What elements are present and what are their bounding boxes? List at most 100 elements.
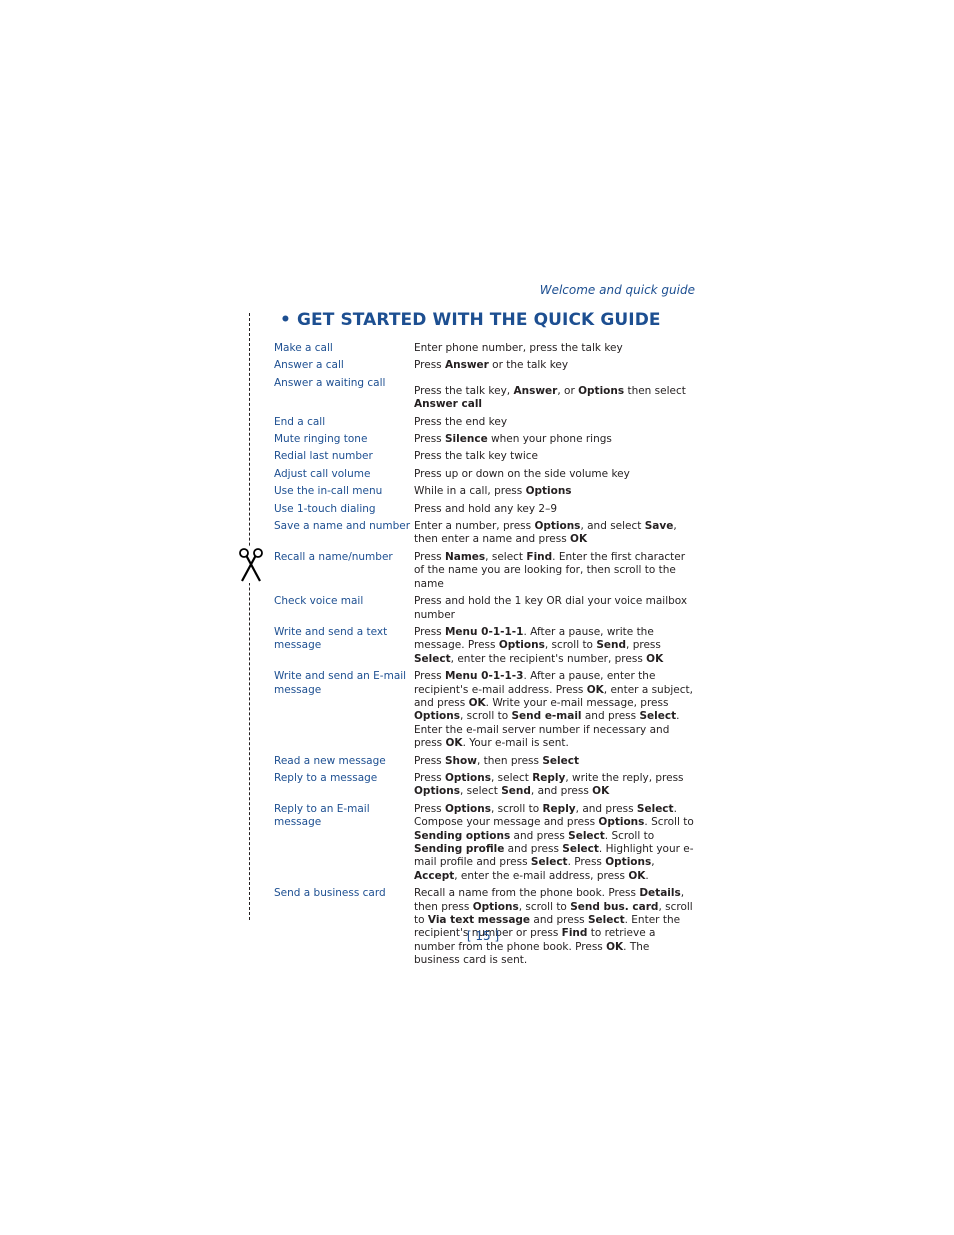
table-row: Write and send an E-mail message Press Me… [274, 670, 696, 750]
task-label: Adjust call volume [274, 467, 371, 480]
task-label: Use 1-touch dialing [274, 502, 376, 515]
table-row: Adjust call volume Press up or down on th… [274, 468, 696, 481]
table-row: Reply to a message Press Options, select … [274, 772, 696, 799]
task-label: Save a name and number [274, 520, 411, 533]
section-title-text: GET STARTED WITH THE QUICK GUIDE [296, 310, 661, 330]
task-instruction: Press Options, scroll to Reply, and pres… [414, 802, 694, 882]
table-row: Recall a name/number Press Names, select … [274, 551, 696, 591]
task-label: Use the in-call menu [274, 485, 383, 498]
table-row: Answer a waiting call Press the talk key,… [274, 377, 696, 412]
key-term: Sending options [414, 829, 511, 842]
key-term: OK [646, 652, 664, 665]
key-term: Options [444, 802, 491, 815]
key-term: Answer [444, 359, 489, 372]
task-label: Answer a waiting call [274, 376, 386, 389]
key-term: Options [525, 485, 572, 498]
key-term: Find [526, 550, 553, 563]
task-label: Write and send a text message [274, 625, 388, 652]
key-term: Silence [444, 433, 488, 446]
table-row: Mute ringing tone Press Silence when your… [274, 433, 696, 446]
key-term: Options [414, 710, 460, 723]
table-row: Redial last number Press the talk key twi… [274, 450, 696, 463]
key-term: Show [444, 754, 477, 767]
task-label: Send a business card [274, 887, 386, 900]
key-term: Select [530, 856, 568, 869]
key-term: Reply [542, 802, 576, 815]
key-term: Options [578, 384, 625, 397]
task-instruction: Press Answer or the talk key [414, 359, 569, 372]
task-label: End a call [274, 415, 326, 428]
key-term: OK [445, 737, 463, 750]
task-instruction: Enter phone number, press the talk key [414, 342, 623, 354]
key-term: OK [628, 869, 646, 882]
table-row: End a call Press the end key [274, 416, 696, 429]
key-term: Via text message [427, 914, 531, 927]
key-term: Names [444, 550, 486, 563]
task-label: Read a new message [274, 754, 386, 767]
key-term: Select [542, 754, 579, 767]
table-row: Use 1-touch dialing Press and hold any ke… [274, 503, 696, 516]
task-instruction: Press Menu 0-1-1-1. After a pause, write… [414, 625, 664, 665]
task-label: Make a call [274, 342, 333, 354]
task-instruction: Press the talk key, Answer, or Options t… [414, 384, 686, 411]
title-bullet: • [280, 310, 291, 330]
key-term: OK [570, 533, 588, 546]
task-label: Write and send an E-mail message [274, 670, 407, 696]
task-instruction: Press up or down on the side volume key [414, 467, 630, 480]
key-term: Answer call [414, 398, 483, 411]
task-label: Recall a name/number [274, 550, 393, 563]
key-term: Select [562, 843, 599, 855]
task-instruction: Press Show, then press Select [414, 754, 579, 767]
key-term: Send [596, 639, 627, 652]
task-label: Reply to an E-mail message [274, 802, 370, 829]
key-term: Menu 0-1-1-1 [444, 625, 524, 638]
key-term: Menu 0-1-1-3 [444, 670, 524, 683]
task-instruction: Press the end key [414, 415, 508, 428]
task-instruction: Press Silence when your phone rings [414, 433, 612, 446]
key-term: OK [592, 785, 610, 798]
key-term: OK [468, 696, 486, 709]
key-term: Accept [414, 869, 455, 882]
scissors-icon [238, 547, 264, 583]
table-row: Write and send a text message Press Menu … [274, 626, 696, 666]
key-term: Select [414, 652, 451, 665]
key-term: Reply [532, 771, 566, 784]
task-label: Answer a call [274, 359, 344, 372]
key-term: Select [636, 802, 674, 815]
task-label: Check voice mail [274, 595, 364, 608]
task-instruction: Press Menu 0-1-1-3. After a pause, enter… [414, 670, 693, 750]
dashed-cut-line [249, 313, 250, 920]
table-row: Make a call Enter phone number, press the… [274, 342, 696, 355]
table-row: Check voice mail Press and hold the 1 key… [274, 595, 696, 622]
task-instruction: While in a call, press Options [414, 485, 572, 498]
task-label: Mute ringing tone [274, 433, 368, 446]
key-term: OK [586, 683, 604, 696]
key-term: Send e-mail [511, 710, 582, 723]
table-row: Reply to an E-mail message Press Options,… [274, 803, 696, 883]
table-row: Answer a call Press Answer or the talk ke… [274, 359, 696, 372]
key-term: Options [534, 520, 581, 533]
task-instruction: Press Names, select Find. Enter the firs… [414, 550, 686, 590]
table-row: Read a new message Press Show, then press… [274, 755, 696, 768]
task-instruction: Enter a number, press Options, and selec… [414, 520, 677, 546]
quick-guide-table: Make a call Enter phone number, press the… [274, 342, 696, 968]
key-term: Options [444, 771, 491, 784]
key-term: Send [501, 785, 531, 798]
page-number: [ 15 ] [466, 929, 500, 943]
task-instruction: Press Options, select Reply, write the r… [414, 771, 684, 798]
key-term: Options [598, 816, 645, 829]
table-row: Send a business card Recall a name from t… [274, 887, 696, 967]
key-term: Sending profile [414, 843, 505, 855]
task-instruction: Press the talk key twice [414, 450, 539, 463]
key-term: Select [639, 710, 677, 723]
task-label: Reply to a message [274, 771, 378, 784]
key-term: Select [568, 829, 605, 842]
task-instruction: Recall a name from the phone book. Press… [414, 887, 693, 967]
key-term: Save [644, 520, 674, 533]
key-term: Options [414, 785, 460, 798]
section-title: • GET STARTED WITH THE QUICK GUIDE [280, 310, 661, 330]
key-term: Options [605, 856, 652, 869]
table-row: Save a name and number Enter a number, pr… [274, 520, 696, 547]
key-term: Options [472, 900, 519, 913]
key-term: Send bus. card [570, 900, 659, 913]
